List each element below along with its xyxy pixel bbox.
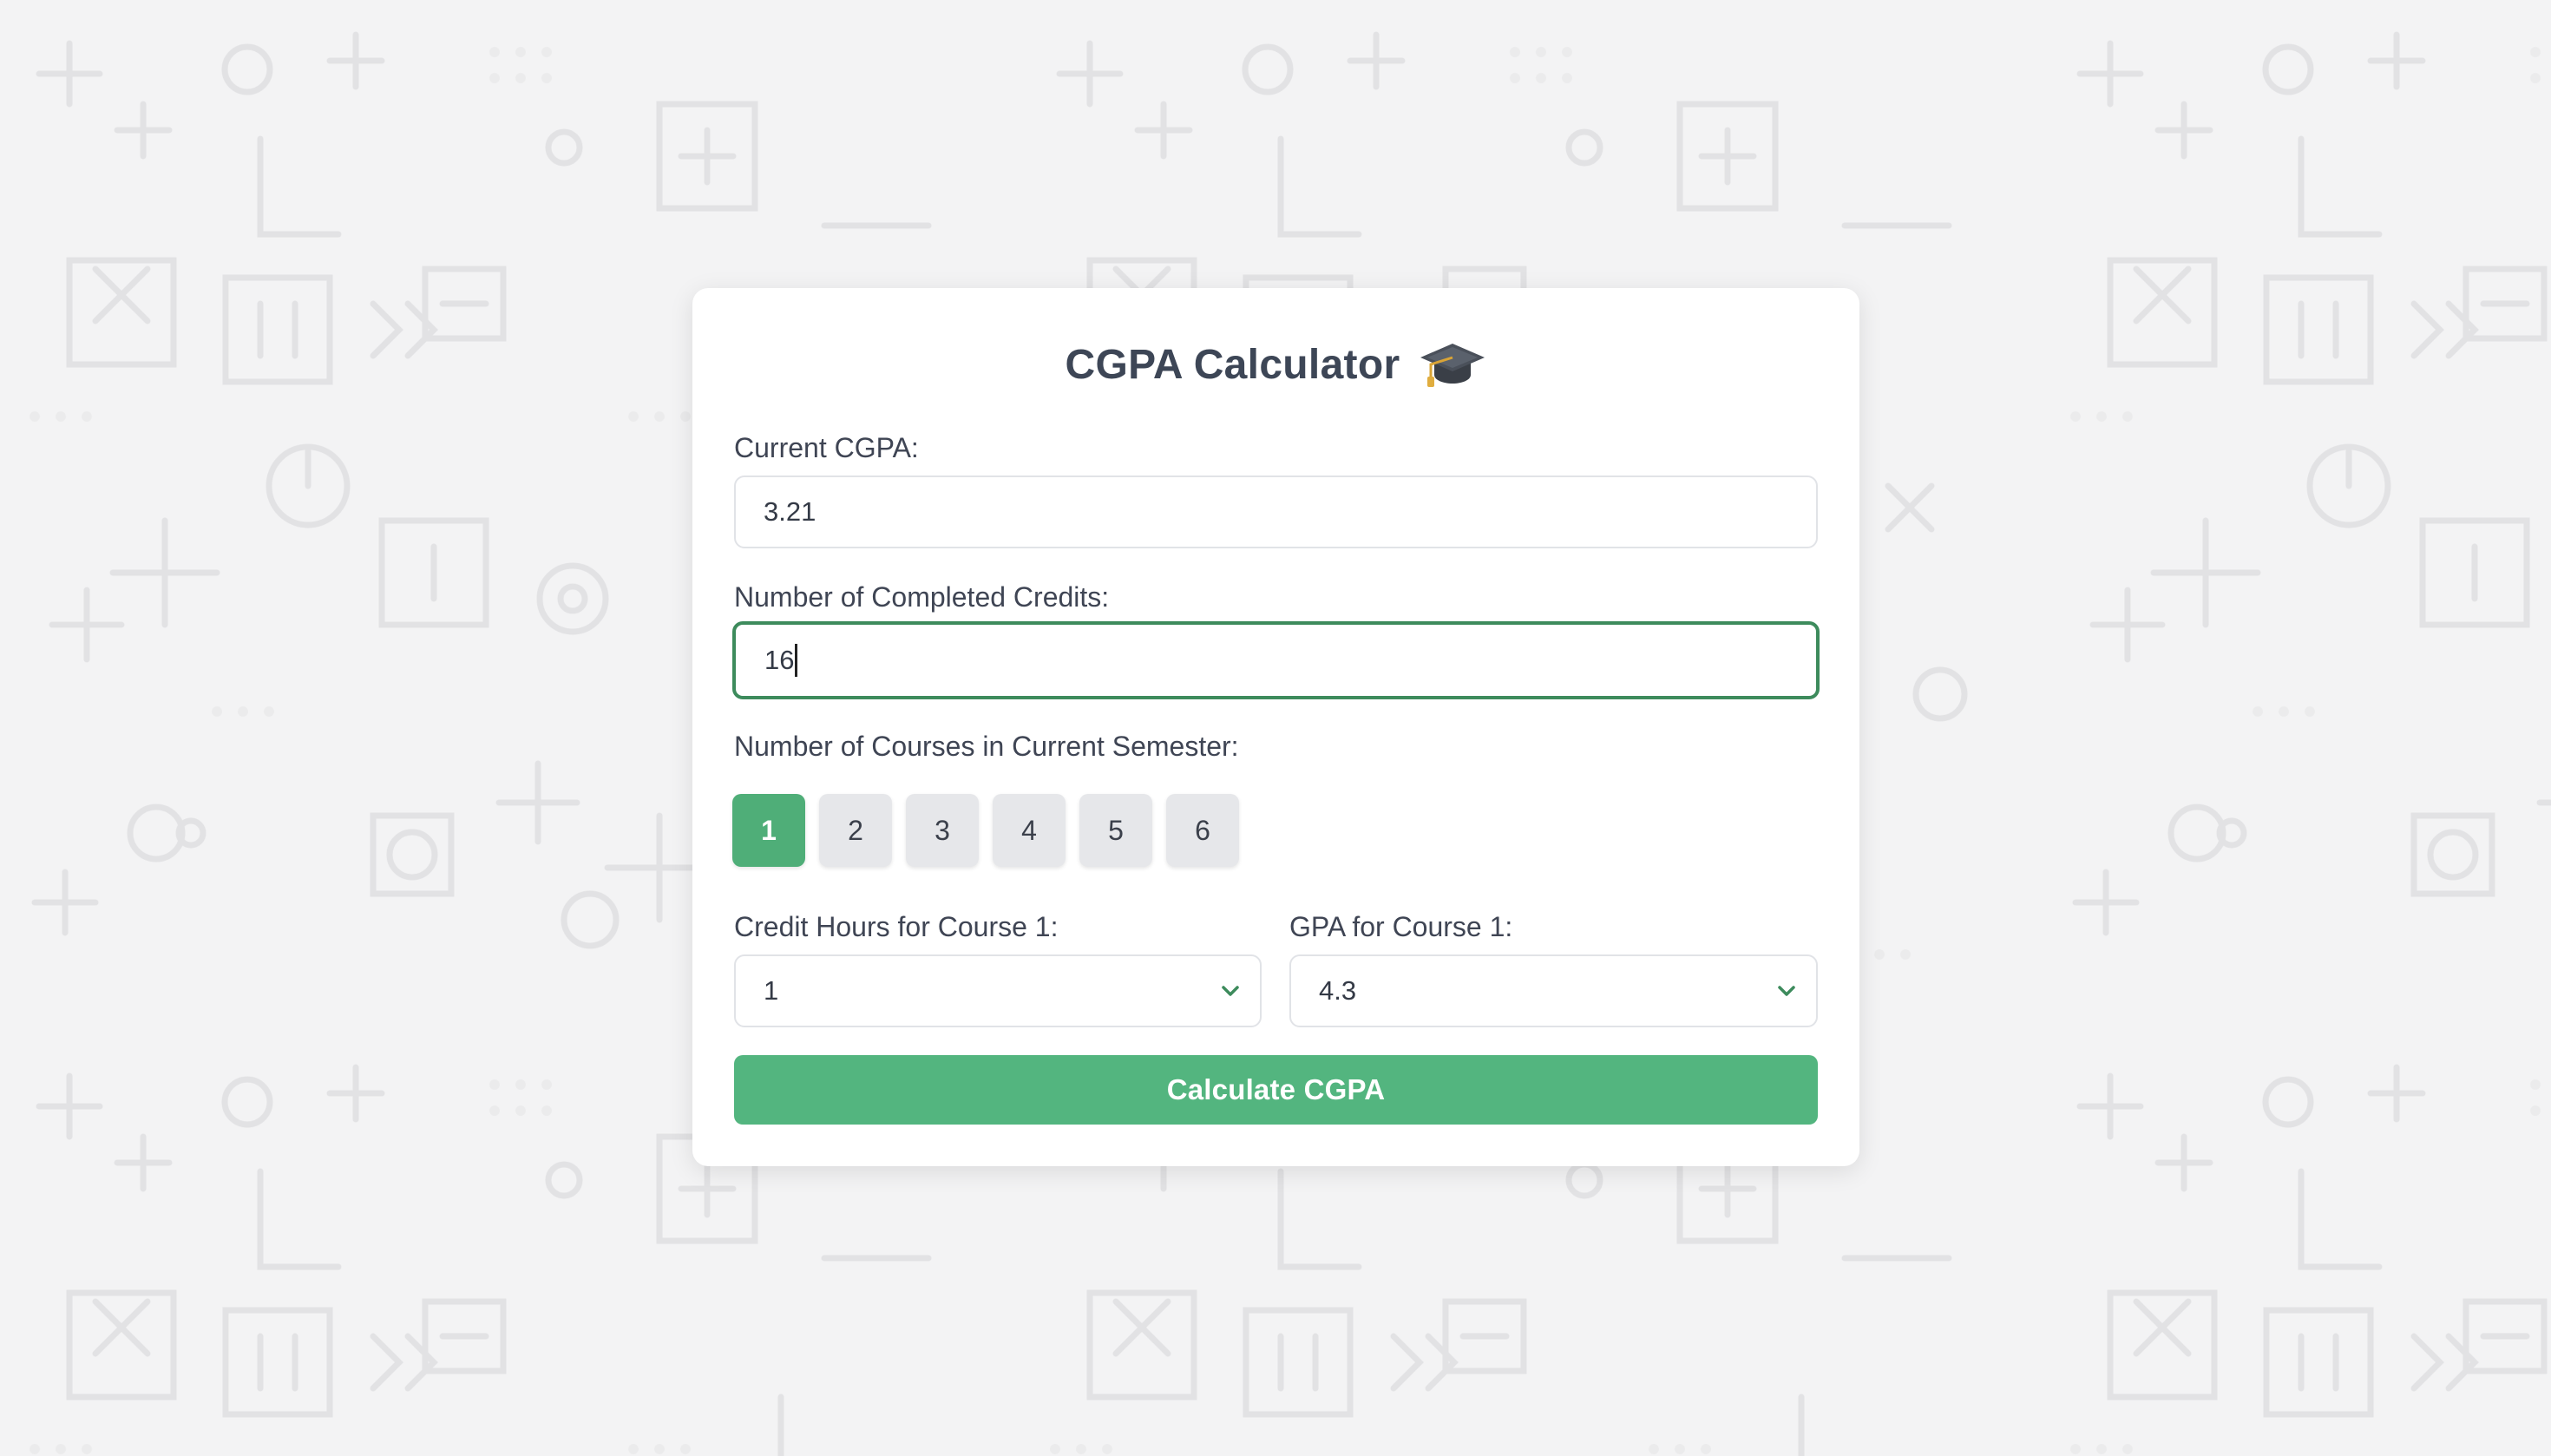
credit-hours-label: Credit Hours for Course 1: [734, 911, 1059, 942]
chevron-down-icon [1222, 986, 1239, 996]
completed-credits-value: 16 [764, 645, 795, 675]
course-count-button-5[interactable]: 5 [1079, 794, 1152, 867]
credit-hours-select[interactable]: 1 [734, 954, 1262, 1027]
courses-count-label: Number of Courses in Current Semester: [734, 731, 1239, 762]
gpa-value: 4.3 [1319, 975, 1357, 1006]
text-caret [795, 644, 798, 677]
completed-credits-label: Number of Completed Credits: [734, 581, 1110, 613]
current-cgpa-input[interactable]: 3.21 [734, 475, 1818, 548]
calculate-button[interactable]: Calculate CGPA [734, 1055, 1818, 1125]
current-cgpa-value: 3.21 [764, 496, 816, 527]
course-count-button-1[interactable]: 1 [732, 794, 805, 867]
graduation-cap-icon [1420, 344, 1485, 387]
calculator-card: CGPA Calculator Current CGPA: 3.21 Numbe… [692, 288, 1859, 1166]
page-title: CGPA Calculator [1065, 341, 1400, 388]
gpa-label: GPA for Course 1: [1289, 911, 1513, 942]
course-count-button-3[interactable]: 3 [906, 794, 979, 867]
header: CGPA Calculator [692, 338, 1859, 390]
credit-hours-value: 1 [764, 975, 779, 1006]
current-cgpa-label: Current CGPA: [734, 432, 919, 463]
course-count-button-6[interactable]: 6 [1166, 794, 1239, 867]
completed-credits-input[interactable]: 16 [732, 621, 1820, 699]
courses-count-selector: 1 2 3 4 5 6 [732, 794, 1239, 867]
chevron-down-icon [1778, 986, 1795, 996]
course-count-button-2[interactable]: 2 [819, 794, 892, 867]
gpa-select[interactable]: 4.3 [1289, 954, 1818, 1027]
course-count-button-4[interactable]: 4 [993, 794, 1066, 867]
